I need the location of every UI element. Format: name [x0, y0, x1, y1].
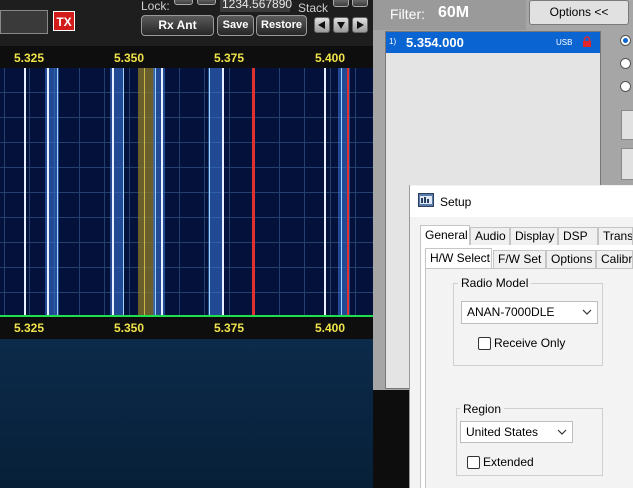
channel-marker — [24, 68, 26, 316]
waterfall-display[interactable] — [0, 339, 373, 488]
extended-label: Extended — [483, 455, 534, 469]
setup-title: Setup — [440, 195, 472, 209]
triangle-right-icon — [357, 21, 364, 29]
lock-b-button[interactable] — [197, 0, 216, 5]
freq-label: 5.400 — [314, 321, 346, 335]
channel-marker — [47, 68, 49, 316]
memory-index: 1) — [389, 37, 397, 46]
filter-label: Filter: — [390, 6, 425, 22]
memory-radio-1[interactable] — [620, 35, 631, 46]
subtab-calibration[interactable]: Calibrat — [596, 250, 633, 269]
channel-marker — [209, 68, 210, 316]
lock-label: Lock: — [141, 0, 170, 13]
channel-marker — [155, 68, 156, 316]
extended-checkbox[interactable] — [467, 456, 480, 469]
memory-radio-2[interactable] — [620, 58, 631, 69]
region-value: United States — [466, 425, 539, 439]
panadapter-display[interactable] — [0, 68, 373, 316]
region-select[interactable]: United States — [460, 421, 573, 443]
stack-next-button[interactable] — [352, 17, 368, 33]
vfo-marker — [144, 68, 145, 316]
freq-label: 5.375 — [213, 321, 245, 335]
freq-label: 5.350 — [113, 51, 145, 65]
filter-header: Filter: 60M — [373, 0, 526, 30]
tx-button[interactable]: TX — [53, 11, 75, 31]
stack-down-arrow-button[interactable] — [333, 17, 349, 33]
vfo-frequency-text: 1234.567890 — [222, 0, 293, 11]
stack-prev-button[interactable] — [314, 17, 330, 33]
top-control-bar: TX Lock: 1234.567890 Stack Rx Ant Save R… — [0, 0, 373, 46]
stack-up-button[interactable] — [333, 0, 349, 7]
triangle-down-icon — [337, 22, 345, 29]
frequency-entry-box[interactable] — [0, 10, 48, 34]
lock-a-button[interactable] — [174, 0, 193, 5]
options-button[interactable]: Options << — [529, 0, 629, 25]
channel-marker — [57, 68, 58, 316]
channel-marker — [123, 68, 124, 316]
memory-list-row[interactable]: 1) 5.354.000 USB — [386, 32, 600, 53]
tab-transmit[interactable]: Transm — [598, 227, 633, 246]
channel-marker — [161, 68, 163, 316]
side-button-1[interactable] — [621, 110, 633, 140]
tab-audio[interactable]: Audio — [470, 227, 510, 246]
channel-marker — [341, 68, 342, 316]
freq-label: 5.400 — [314, 51, 346, 65]
frequency-scale-top: 5.325 5.350 5.375 5.400 — [0, 46, 373, 68]
subtab-fw-set[interactable]: F/W Set — [493, 250, 546, 269]
stack-down-button[interactable] — [352, 0, 368, 7]
triangle-left-icon — [318, 21, 325, 29]
subtab-hw-select[interactable]: H/W Select — [425, 248, 492, 269]
channel-marker — [222, 68, 224, 316]
setup-app-icon — [418, 193, 434, 207]
tab-dsp[interactable]: DSP — [558, 227, 598, 246]
radio-model-group — [453, 283, 603, 366]
rx-ant-button[interactable]: Rx Ant — [141, 15, 214, 36]
lock-icon — [583, 36, 591, 47]
region-label: Region — [460, 402, 505, 416]
receive-only-checkbox[interactable] — [478, 337, 491, 350]
chevron-down-icon — [557, 429, 567, 435]
restore-button[interactable]: Restore — [256, 15, 307, 36]
freq-label: 5.350 — [113, 321, 145, 335]
subtab-options[interactable]: Options — [546, 250, 596, 269]
channel-marker — [112, 68, 114, 316]
tab-display[interactable]: Display — [510, 227, 558, 246]
side-button-2[interactable] — [621, 148, 633, 180]
radio-model-label: Radio Model — [458, 276, 532, 290]
receive-only-label: Receive Only — [494, 336, 566, 350]
tab-general[interactable]: General — [420, 225, 470, 246]
filter-value: 60M — [438, 4, 470, 21]
memory-mode: USB — [556, 38, 573, 47]
frequency-scale-bottom: 5.325 5.350 5.375 5.400 — [0, 317, 373, 339]
radio-model-select[interactable]: ANAN-7000DLE — [461, 301, 598, 324]
band-edge-marker — [252, 68, 255, 316]
freq-label: 5.375 — [213, 51, 245, 65]
stack-label: Stack — [298, 1, 329, 15]
setup-title-bar[interactable]: Setup — [410, 186, 633, 217]
channel-marker — [324, 68, 326, 316]
memory-frequency: 5.354.000 — [406, 35, 464, 50]
freq-label: 5.325 — [13, 321, 45, 335]
radio-model-value: ANAN-7000DLE — [467, 305, 555, 319]
save-button[interactable]: Save — [217, 15, 254, 36]
memory-radio-3[interactable] — [620, 81, 631, 92]
freq-label: 5.325 — [13, 51, 45, 65]
chevron-down-icon — [582, 309, 592, 315]
channel-band — [208, 68, 222, 316]
rx-filter-band — [138, 68, 154, 316]
band-edge-marker — [347, 68, 349, 316]
